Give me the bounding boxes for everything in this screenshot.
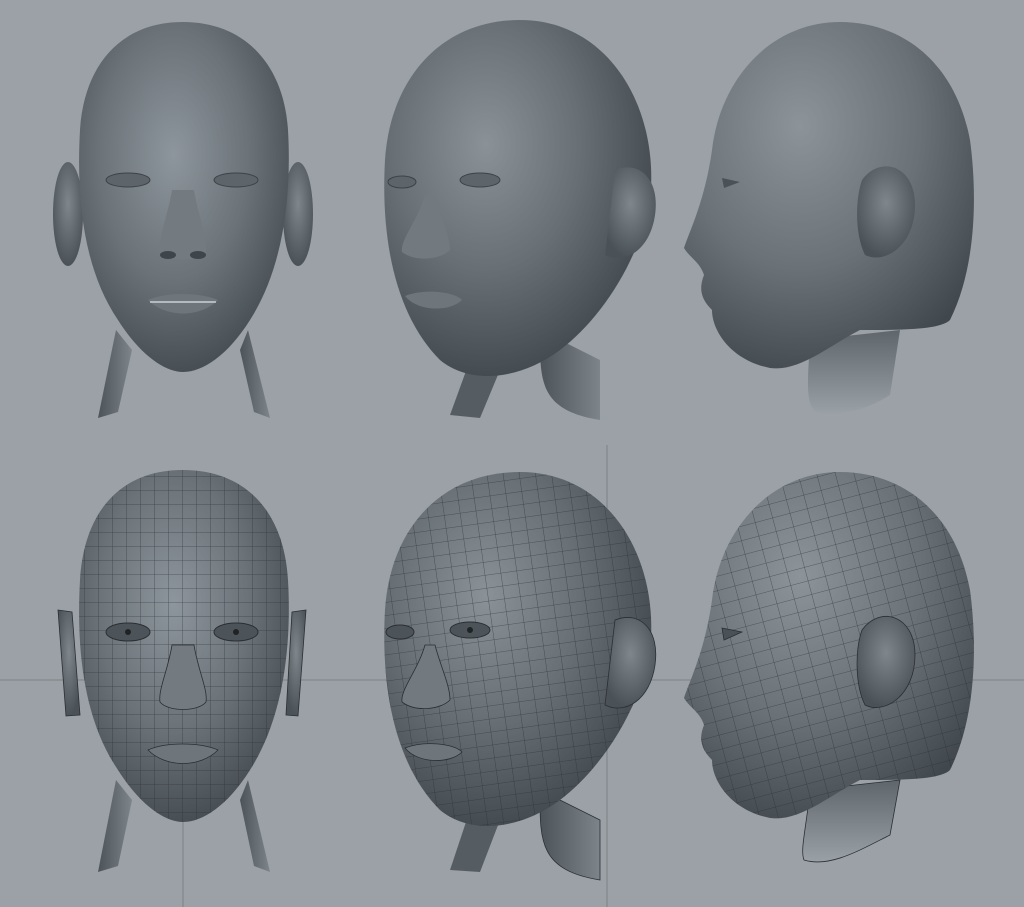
- 3d-viewport[interactable]: [0, 0, 1024, 907]
- head-model-render: [0, 0, 1024, 907]
- eye-left: [387, 175, 417, 189]
- ear-left: [53, 162, 83, 266]
- eye-left: [385, 624, 415, 640]
- eye-right: [459, 172, 501, 188]
- eye-left: [105, 172, 151, 188]
- eye-right: [213, 172, 259, 188]
